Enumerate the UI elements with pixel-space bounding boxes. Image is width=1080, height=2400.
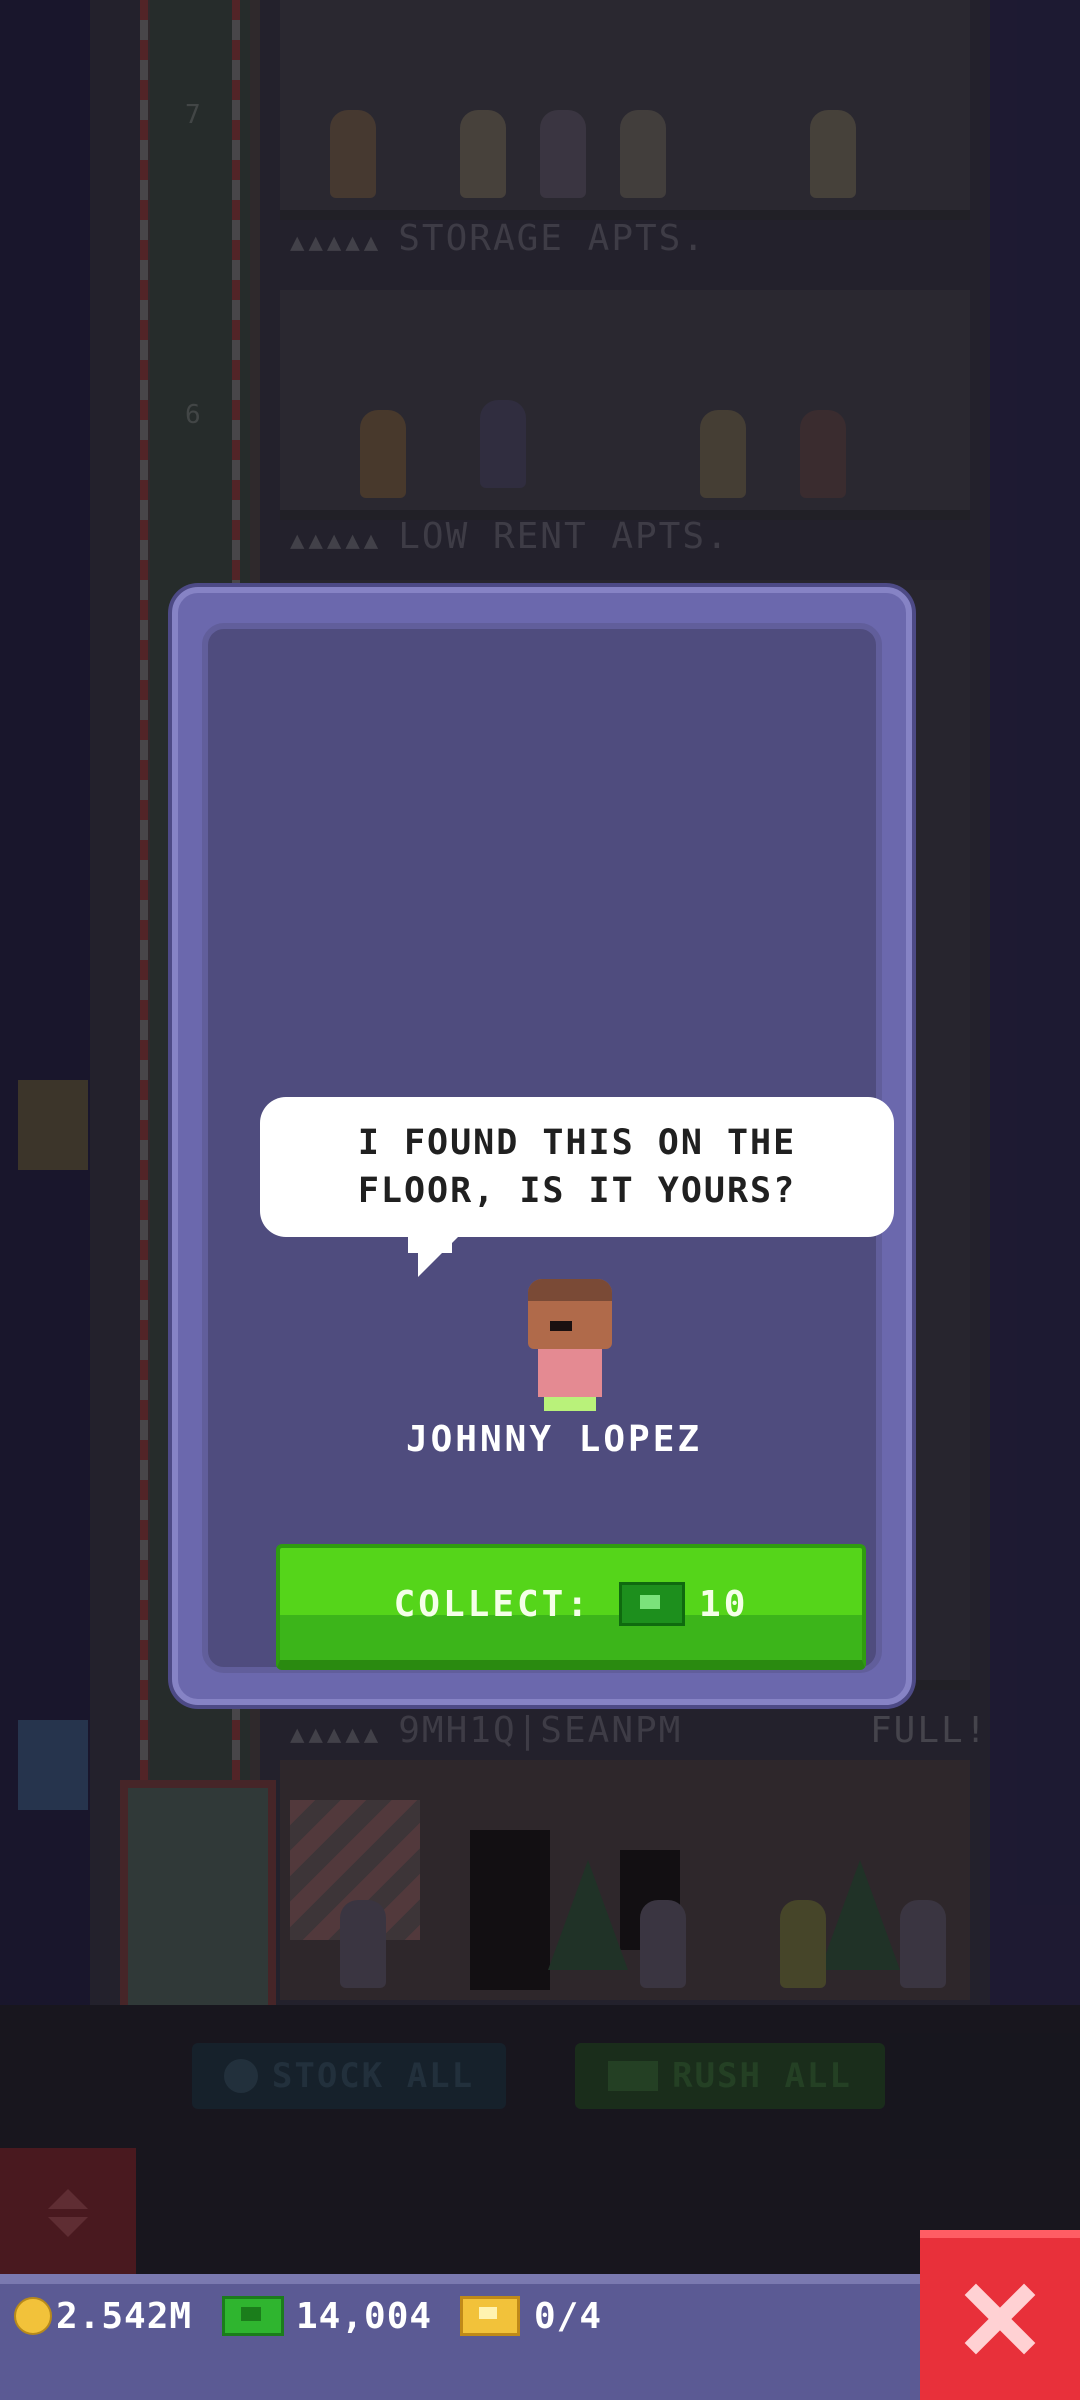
- character-name: JOHNNY LOPEZ: [405, 1419, 703, 1460]
- bux-icon: [222, 2296, 284, 2336]
- character-legs: [544, 1397, 596, 1411]
- bux-counter: 14,004: [222, 2295, 433, 2337]
- dialog-panel: I FOUND THIS ON THE FLOOR, IS IT YOURS? …: [202, 623, 894, 1673]
- ticket-icon: [460, 2296, 520, 2336]
- character-hair: [528, 1279, 612, 1301]
- character-eye: [550, 1321, 572, 1331]
- tickets-value: 0/4: [534, 2295, 603, 2337]
- collect-label: COLLECT:: [393, 1583, 592, 1625]
- coin-icon: [14, 2297, 52, 2335]
- speech-line-2: FLOOR, IS IT YOURS?: [357, 1171, 797, 1211]
- character-sprite: [524, 1279, 614, 1419]
- character-body: [538, 1349, 602, 1397]
- tickets-counter: 0/4: [460, 2295, 603, 2337]
- speech-bubble-tail: [418, 1233, 462, 1277]
- coins-value: 2.542M: [56, 2295, 193, 2337]
- close-icon: [964, 2283, 1036, 2355]
- collect-button[interactable]: COLLECT: 10: [276, 1544, 866, 1670]
- bux-value: 14,004: [296, 2295, 433, 2337]
- status-bar: [0, 2274, 1080, 2400]
- bux-icon: [619, 1582, 686, 1626]
- speech-bubble: I FOUND THIS ON THE FLOOR, IS IT YOURS?: [260, 1097, 894, 1237]
- close-button[interactable]: [920, 2230, 1080, 2400]
- found-item-dialog: I FOUND THIS ON THE FLOOR, IS IT YOURS? …: [172, 587, 912, 1705]
- coins-counter: 2.542M: [14, 2295, 193, 2337]
- speech-line-1: I FOUND THIS ON THE: [357, 1123, 797, 1163]
- collect-amount: 10: [699, 1583, 749, 1625]
